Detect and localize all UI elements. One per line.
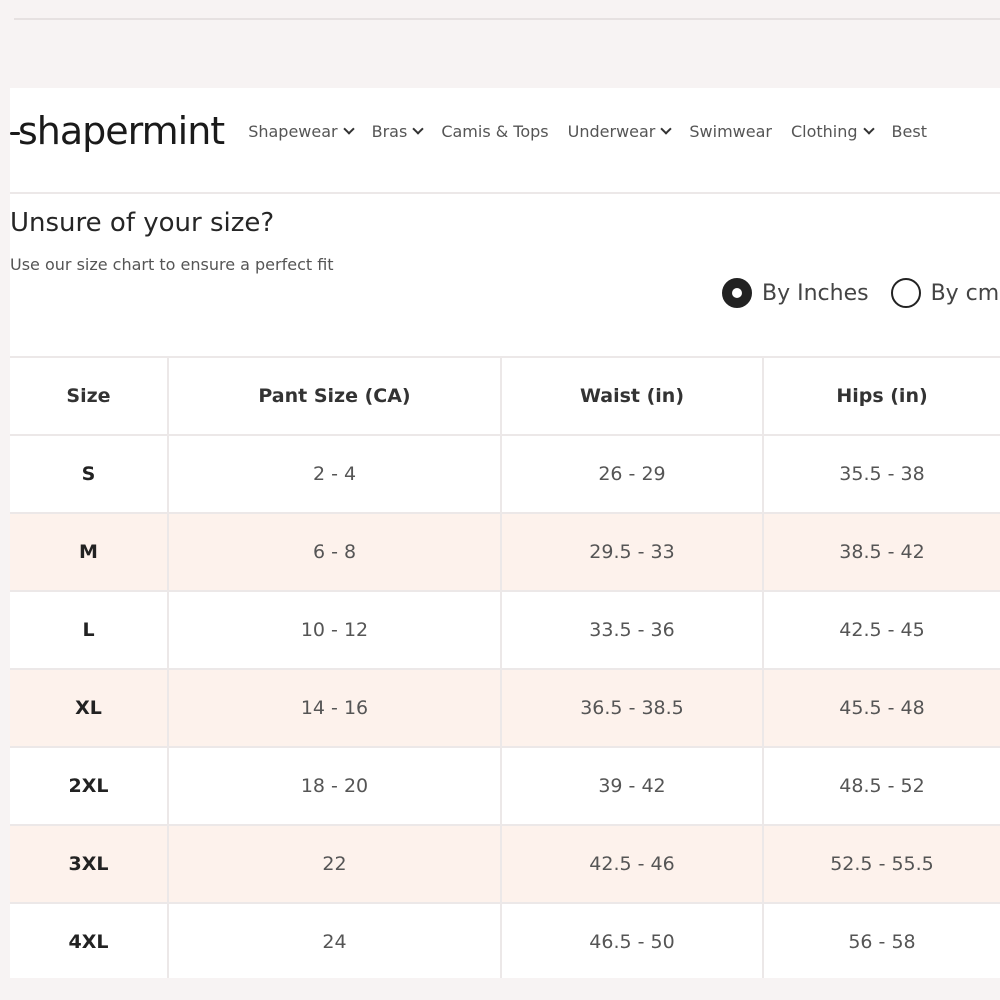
pant-size-cell: 6 - 8 bbox=[168, 513, 502, 592]
pant-size-cell: 2 - 4 bbox=[168, 435, 502, 514]
unit-option-label: By cm bbox=[930, 280, 1000, 306]
radio-selected-icon[interactable] bbox=[722, 278, 752, 308]
size-guide-sheet: shapermint Shapewear Bras Camis & Tops U… bbox=[10, 88, 1000, 982]
nav-item-label: Swimwear bbox=[689, 121, 772, 141]
table-row: S 2 - 4 26 - 29 35.5 - 38 bbox=[10, 435, 1000, 514]
waist-cell: 42.5 - 46 bbox=[501, 825, 764, 904]
hips-cell: 35.5 - 38 bbox=[763, 435, 1000, 514]
pant-size-cell: 14 - 16 bbox=[168, 669, 502, 748]
table-row: M 6 - 8 29.5 - 33 38.5 - 42 bbox=[10, 513, 1000, 592]
size-cell: 3XL bbox=[10, 825, 169, 904]
nav-item-label: Best bbox=[891, 121, 927, 141]
unit-option-label: By Inches bbox=[762, 280, 869, 306]
pant-size-cell: 18 - 20 bbox=[168, 747, 502, 826]
nav-item-camis-tops[interactable]: Camis & Tops bbox=[441, 122, 548, 141]
table-row: 3XL 22 42.5 - 46 52.5 - 55.5 bbox=[10, 825, 1000, 904]
top-divider bbox=[14, 18, 1000, 20]
table-row: L 10 - 12 33.5 - 36 42.5 - 45 bbox=[10, 591, 1000, 670]
waist-cell: 26 - 29 bbox=[501, 435, 764, 514]
pant-size-cell: 10 - 12 bbox=[168, 591, 502, 670]
nav-item-best[interactable]: Best bbox=[892, 122, 927, 141]
waist-cell: 33.5 - 36 bbox=[501, 591, 764, 670]
size-cell: L bbox=[10, 591, 169, 670]
page-subtitle: Use our size chart to ensure a perfect f… bbox=[10, 255, 334, 274]
size-chart-table: Size Pant Size (CA) Waist (in) Hips (in)… bbox=[10, 356, 1000, 982]
size-cell: S bbox=[10, 435, 169, 514]
nav-item-label: Camis & Tops bbox=[441, 121, 549, 141]
brand-logo[interactable]: shapermint bbox=[10, 109, 225, 153]
site-header: shapermint Shapewear Bras Camis & Tops U… bbox=[10, 88, 1000, 194]
chevron-down-icon bbox=[412, 122, 424, 135]
column-header-hips: Hips (in) bbox=[763, 356, 1000, 436]
table-header-row: Size Pant Size (CA) Waist (in) Hips (in) bbox=[10, 356, 1000, 436]
radio-unselected-icon[interactable] bbox=[890, 278, 921, 308]
pant-size-cell: 24 bbox=[168, 903, 502, 982]
nav-item-clothing[interactable]: Clothing bbox=[790, 121, 875, 141]
nav-item-swimwear[interactable]: Swimwear bbox=[689, 122, 772, 141]
chevron-down-icon bbox=[862, 122, 875, 135]
nav-item-label: Shapewear bbox=[248, 121, 338, 141]
main-nav: Shapewear Bras Camis & Tops Underwear Sw… bbox=[248, 122, 946, 141]
waist-cell: 39 - 42 bbox=[501, 747, 764, 826]
hips-cell: 48.5 - 52 bbox=[763, 747, 1000, 826]
chevron-down-icon bbox=[660, 122, 673, 135]
column-header-size: Size bbox=[10, 356, 169, 436]
column-header-waist: Waist (in) bbox=[501, 356, 764, 436]
size-cell: M bbox=[10, 513, 169, 592]
table-row: 4XL 24 46.5 - 50 56 - 58 bbox=[10, 903, 1000, 982]
radio-dot bbox=[732, 288, 742, 298]
pant-size-cell: 22 bbox=[168, 825, 502, 904]
hips-cell: 52.5 - 55.5 bbox=[763, 825, 1000, 904]
waist-cell: 29.5 - 33 bbox=[501, 513, 764, 592]
bottom-margin bbox=[0, 978, 1000, 1000]
hips-cell: 45.5 - 48 bbox=[763, 669, 1000, 748]
nav-item-bras[interactable]: Bras bbox=[371, 121, 424, 141]
waist-cell: 46.5 - 50 bbox=[501, 903, 764, 982]
page: shapermint Shapewear Bras Camis & Tops U… bbox=[0, 0, 1000, 1000]
nav-item-underwear[interactable]: Underwear bbox=[567, 121, 673, 141]
unit-option-inches[interactable]: By Inches bbox=[722, 278, 869, 308]
page-title: Unsure of your size? bbox=[10, 208, 275, 238]
unit-toggle: By Inches By cm bbox=[722, 278, 1000, 308]
table-row: 2XL 18 - 20 39 - 42 48.5 - 52 bbox=[10, 747, 1000, 826]
waist-cell: 36.5 - 38.5 bbox=[501, 669, 764, 748]
size-cell: XL bbox=[10, 669, 169, 748]
size-cell: 4XL bbox=[10, 903, 169, 982]
nav-item-label: Bras bbox=[371, 121, 408, 141]
column-header-pant-size: Pant Size (CA) bbox=[168, 356, 502, 436]
nav-item-shapewear[interactable]: Shapewear bbox=[248, 121, 355, 141]
size-cell: 2XL bbox=[10, 747, 169, 826]
nav-item-label: Underwear bbox=[567, 121, 656, 141]
hips-cell: 38.5 - 42 bbox=[763, 513, 1000, 592]
hips-cell: 42.5 - 45 bbox=[763, 591, 1000, 670]
nav-item-label: Clothing bbox=[790, 121, 858, 141]
chevron-down-icon bbox=[342, 122, 355, 135]
unit-option-cm[interactable]: By cm bbox=[890, 278, 1000, 308]
logo-text: shapermint bbox=[18, 109, 225, 153]
table-row: XL 14 - 16 36.5 - 38.5 45.5 - 48 bbox=[10, 669, 1000, 748]
hips-cell: 56 - 58 bbox=[763, 903, 1000, 982]
